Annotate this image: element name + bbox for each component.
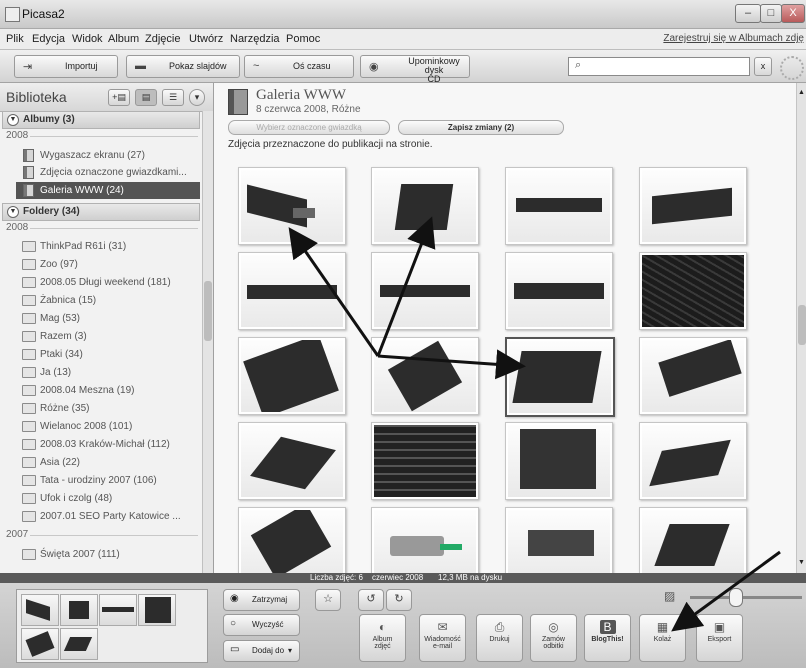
arrow-line	[671, 550, 781, 632]
arrow-line	[377, 349, 526, 380]
arrow-line	[376, 216, 436, 357]
annotation-arrows	[288, 216, 781, 632]
arrow-line	[288, 227, 380, 357]
